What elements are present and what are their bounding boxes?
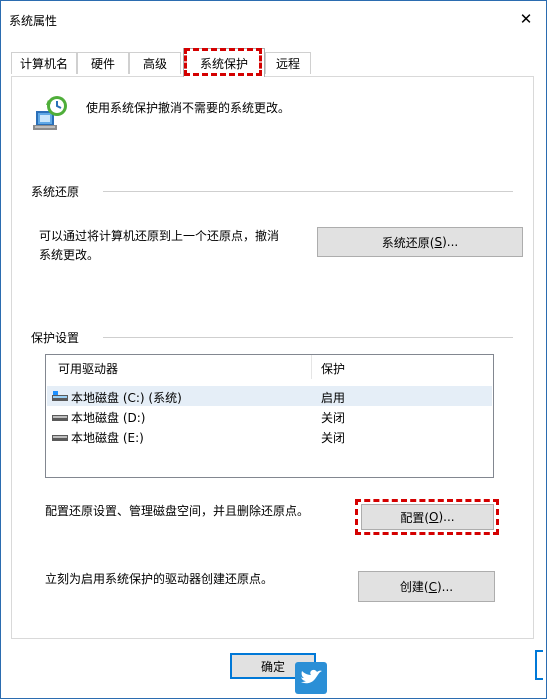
window-title: 系统属性 [9, 14, 58, 28]
tab-advanced[interactable]: 高级 [129, 52, 181, 74]
drive-row-e[interactable]: 本地磁盘 (E:) 关闭 [47, 426, 492, 446]
title-bar: 系统属性 ✕ [1, 1, 546, 37]
system-properties-window: 系统属性 ✕ 计算机名 硬件 高级 系统保护 远程 使用系统保护撤消不需要的系统… [0, 0, 547, 699]
configure-description: 配置还原设置、管理磁盘空间，并且删除还原点。 [45, 504, 310, 518]
create-button[interactable]: 创建(C)... [358, 571, 495, 602]
tab-remote[interactable]: 远程 [265, 52, 311, 74]
drive-row-d[interactable]: 本地磁盘 (D:) 关闭 [47, 406, 492, 426]
system-restore-group-label: 系统还原 [31, 183, 86, 200]
tab-hardware[interactable]: 硬件 [77, 52, 129, 74]
system-restore-description: 可以通过将计算机还原到上一个还原点，撤消 系统更改。 [39, 229, 280, 262]
protection-settings-group-label: 保护设置 [31, 329, 86, 346]
drive-list-header: 可用驱动器 保护 [46, 355, 493, 379]
bird-logo-icon [295, 662, 327, 694]
drive-icon [52, 415, 68, 421]
protection-settings-divider [103, 337, 513, 338]
next-button-edge [535, 650, 543, 680]
drive-icon [52, 435, 68, 441]
close-button[interactable]: ✕ [506, 1, 546, 37]
close-icon: ✕ [519, 10, 533, 28]
system-drive-icon [52, 391, 68, 401]
intro-text: 使用系统保护撤消不需要的系统更改。 [86, 101, 291, 115]
column-protection[interactable]: 保护 [321, 360, 345, 377]
tab-computer-name[interactable]: 计算机名 [11, 52, 77, 74]
system-restore-button[interactable]: 系统还原(S)... [317, 227, 523, 257]
tab-system-protection[interactable]: 系统保护 [183, 48, 265, 77]
drive-row-c[interactable]: 本地磁盘 (C:) (系统) 启用 [47, 386, 492, 406]
column-available-drives[interactable]: 可用驱动器 [58, 360, 118, 377]
configure-button[interactable]: 配置(O)... [361, 504, 494, 530]
drive-list[interactable]: 可用驱动器 保护 本地磁盘 (C:) (系统) 启用 本地磁盘 (D:) 关闭 [45, 354, 494, 478]
system-protection-icon [33, 96, 67, 130]
create-description: 立刻为启用系统保护的驱动器创建还原点。 [45, 572, 274, 586]
system-restore-divider [103, 191, 513, 192]
